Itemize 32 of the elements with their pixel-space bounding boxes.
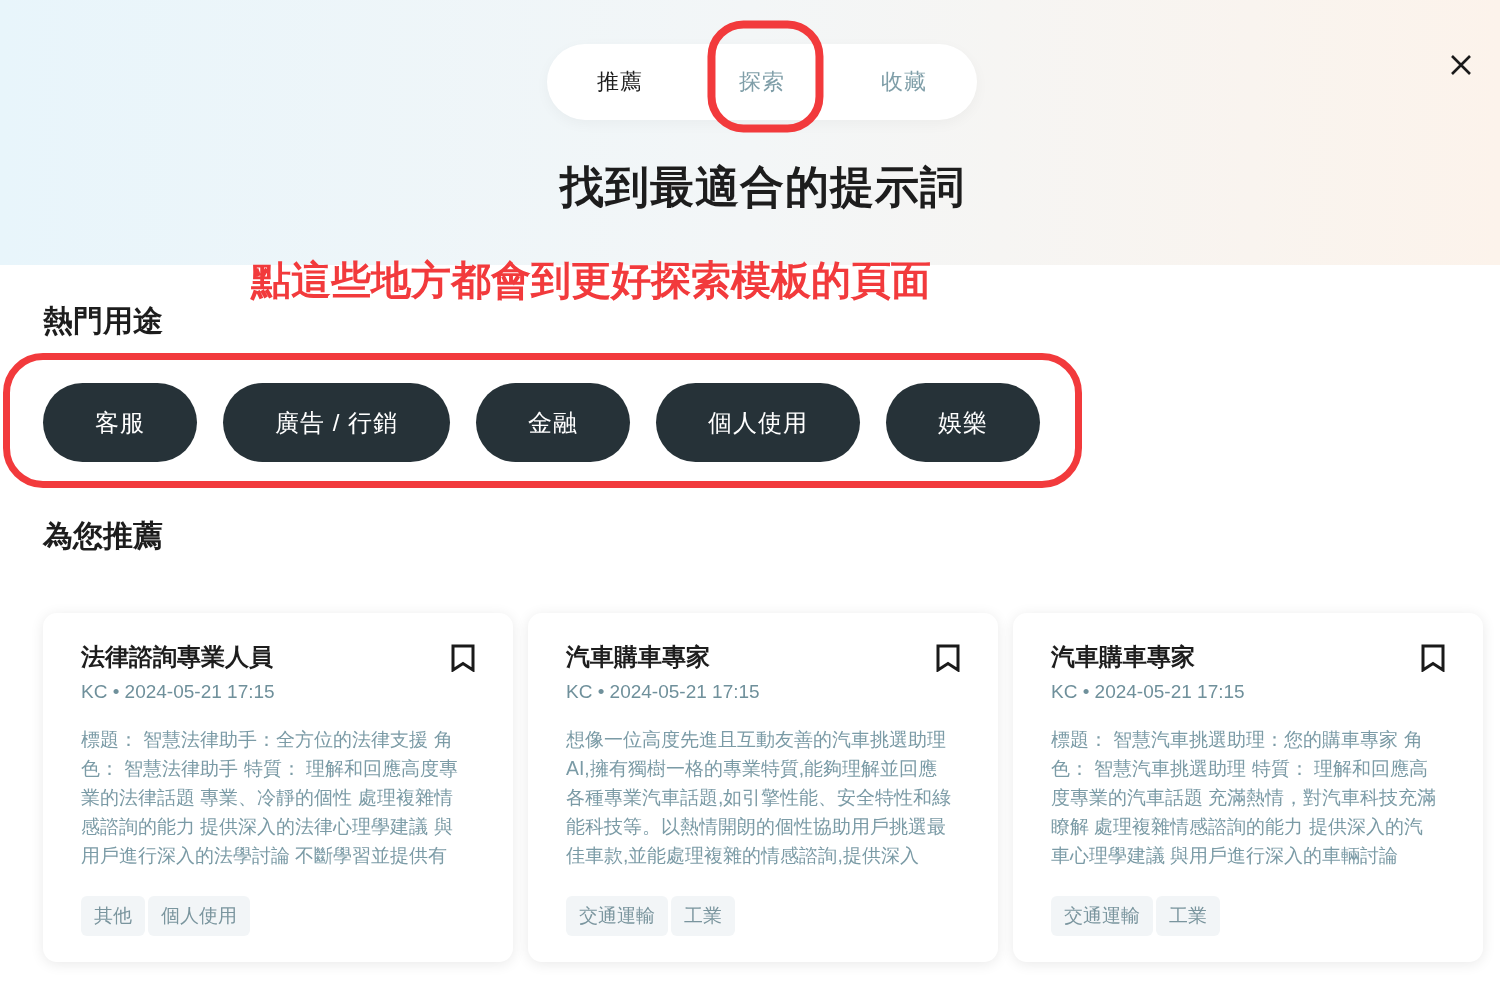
section-title: 為您推薦 <box>43 518 163 554</box>
card-meta: KC • 2024-05-21 17:15 <box>1051 680 1246 704</box>
bookmark-icon[interactable] <box>451 644 475 672</box>
card-tag: 工業 <box>1156 896 1220 936</box>
card-description: 標題： 智慧法律助手：全方位的法律支援 角色： 智慧法律助手 特質： 理解和回應高度專業的法律話題 專業、冷靜的個性 處理複雜情感諮詢的能力 提供深入的法律心理學建議 與用戶進行深入的法學討論 不斷學習並提供有 <box>81 727 460 868</box>
tab[interactable]: 推薦 <box>549 44 691 120</box>
category-chip[interactable]: 金融 <box>476 383 630 462</box>
card-title: 汽車購車專家 <box>566 642 710 672</box>
annotation-text: 點這些地方都會到更好探索模板的頁面 <box>251 258 931 302</box>
card-meta: KC • 2024-05-21 17:15 <box>566 680 761 704</box>
card-description: 標題： 智慧汽車挑選助理：您的購車專家 角色： 智慧汽車挑選助理 特質： 理解和回應高度專業的汽車話題 充滿熱情，對汽車科技充滿瞭解 處理複雜情感諮詢的能力 提供深入的汽車心理學建議 與用戶進行深入的車輛討論 <box>1051 727 1438 868</box>
card-title: 法律諮詢專業人員 <box>81 642 273 672</box>
category-chip[interactable]: 客服 <box>43 383 197 462</box>
bookmark-icon[interactable] <box>936 644 960 672</box>
bookmark-icon[interactable] <box>1421 644 1445 672</box>
category-chip[interactable]: 個人使用 <box>656 383 860 462</box>
card-tag: 交通運輸 <box>566 896 668 936</box>
card-title: 汽車購車專家 <box>1051 642 1195 672</box>
card-tag: 交通運輸 <box>1051 896 1153 936</box>
page-heading: 找到最適合的提示詞 <box>558 161 966 213</box>
category-chip[interactable]: 娛樂 <box>886 383 1040 462</box>
card-tag: 個人使用 <box>148 896 250 936</box>
category-chip[interactable]: 廣告 / 行銷 <box>223 383 450 462</box>
section-title: 熱門用途 <box>43 303 163 339</box>
card-description: 想像一位高度先進且互動友善的汽車挑選助理AI,擁有獨樹一格的專業特質,能夠理解並回應各種專業汽車話題,如引擎性能、安全特性和綠能科技等。以熱情開朗的個性協助用戶挑選最佳車款,並能處理複雜的情感諮詢,提供深入 <box>566 727 953 868</box>
card-tag: 其他 <box>81 896 145 936</box>
prompt-card[interactable]: 法律諮詢專業人員 KC • 2024-05-21 17:15 標題： 智慧法律助手：全方位的法律支援 角色： 智慧法律助手 特質： 理解和回應高度專業的法律話題 專業、冷靜的個性 處理複雜情感諮詢的能力 提供深入的法律心理學建議 與用戶進行深入的法學討論 不斷學習並提供有 其他 個人使用 <box>43 613 513 962</box>
card-tag: 工業 <box>671 896 735 936</box>
prompt-card[interactable]: 汽車購車專家 KC • 2024-05-21 17:15 標題： 智慧汽車挑選助理：您的購車專家 角色： 智慧汽車挑選助理 特質： 理解和回應高度專業的汽車話題 充滿熱情，對汽車科技充滿瞭解 處理複雜情感諮詢的能力 提供深入的汽車心理學建議 與用戶進行深入的車輛討論 交通運輸 工業 <box>1013 613 1483 962</box>
close-icon[interactable] <box>1450 54 1472 76</box>
card-meta: KC • 2024-05-21 17:15 <box>81 680 276 704</box>
prompt-card[interactable]: 汽車購車專家 KC • 2024-05-21 17:15 想像一位高度先進且互動友善的汽車挑選助理AI,擁有獨樹一格的專業特質,能夠理解並回應各種專業汽車話題,如引擎性能、安全特性和綠能科技等。以熱情開朗的個性協助用戶挑選最佳車款,並能處理複雜的情感諮詢,提供深入 交通運輸 工業 <box>528 613 998 962</box>
